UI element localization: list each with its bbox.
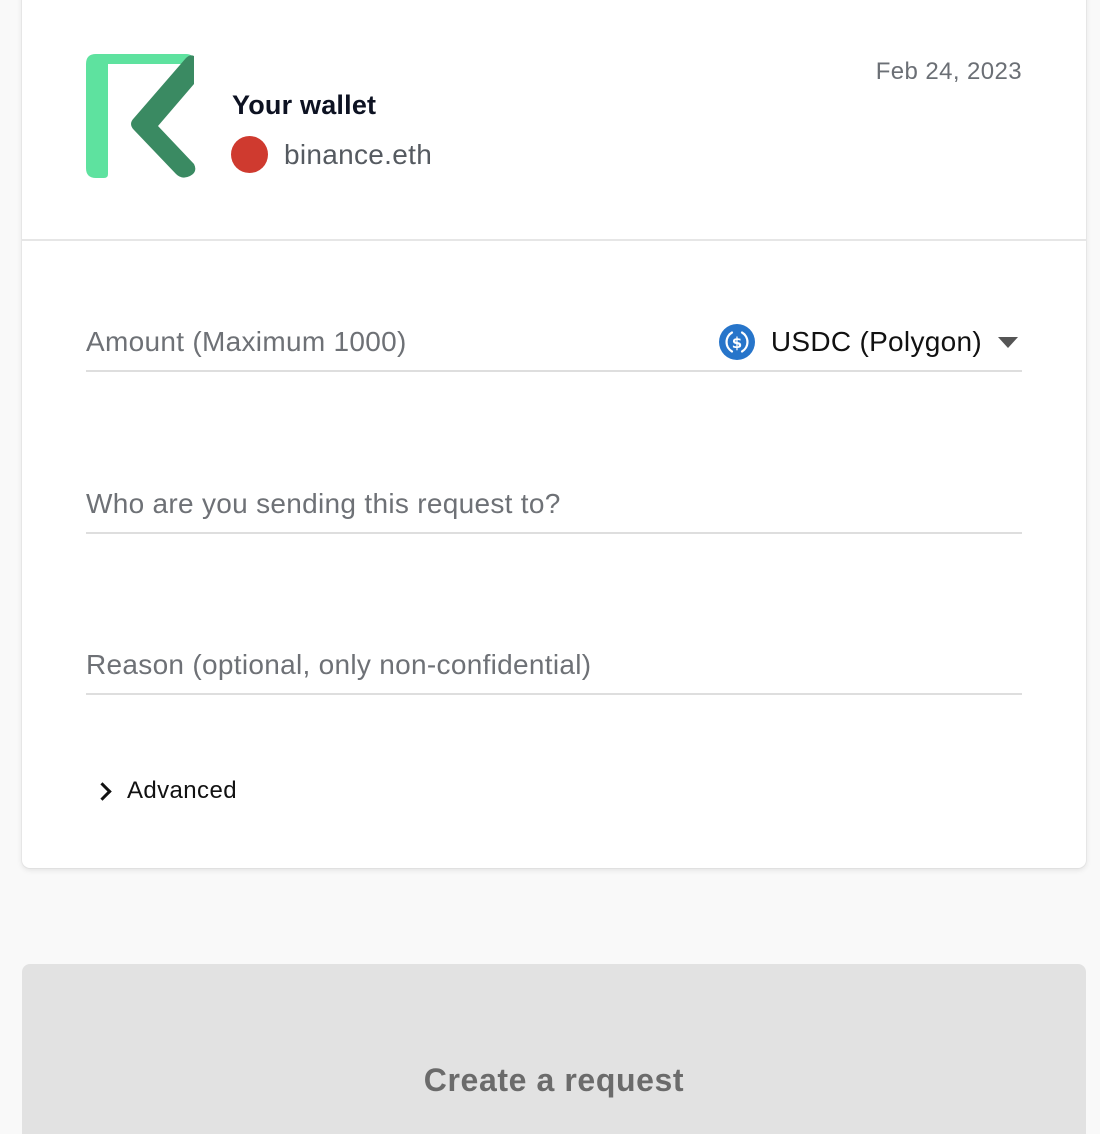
wallet-avatar — [231, 136, 268, 173]
currency-select[interactable]: $ USDC (Polygon) — [718, 322, 1022, 362]
amount-input[interactable] — [86, 322, 686, 362]
request-network-logo-icon — [86, 54, 196, 178]
reason-input[interactable] — [86, 645, 1022, 685]
request-date: Feb 24, 2023 — [875, 58, 1022, 85]
recipient-input[interactable] — [86, 484, 1022, 524]
advanced-toggle[interactable]: Advanced — [93, 777, 237, 805]
recipient-field — [86, 484, 1022, 534]
usdc-coin-icon: $ — [718, 324, 755, 360]
request-form-card: Your wallet binance.eth Feb 24, 2023 $ U… — [22, 0, 1086, 868]
svg-text:$: $ — [732, 334, 742, 352]
currency-label: USDC (Polygon) — [770, 326, 982, 357]
wallet-address: binance.eth — [284, 138, 433, 170]
caret-down-icon — [998, 336, 1018, 348]
wallet-title: Your wallet — [232, 90, 377, 120]
amount-field: $ USDC (Polygon) — [86, 322, 1022, 372]
card-header: Your wallet binance.eth Feb 24, 2023 — [22, 0, 1086, 241]
create-request-button[interactable]: Create a request — [22, 964, 1086, 1134]
reason-field — [86, 645, 1022, 695]
chevron-right-icon — [93, 781, 112, 801]
advanced-label: Advanced — [127, 777, 237, 804]
create-request-label: Create a request — [423, 1062, 685, 1098]
wallet-address-row: binance.eth — [231, 136, 432, 173]
